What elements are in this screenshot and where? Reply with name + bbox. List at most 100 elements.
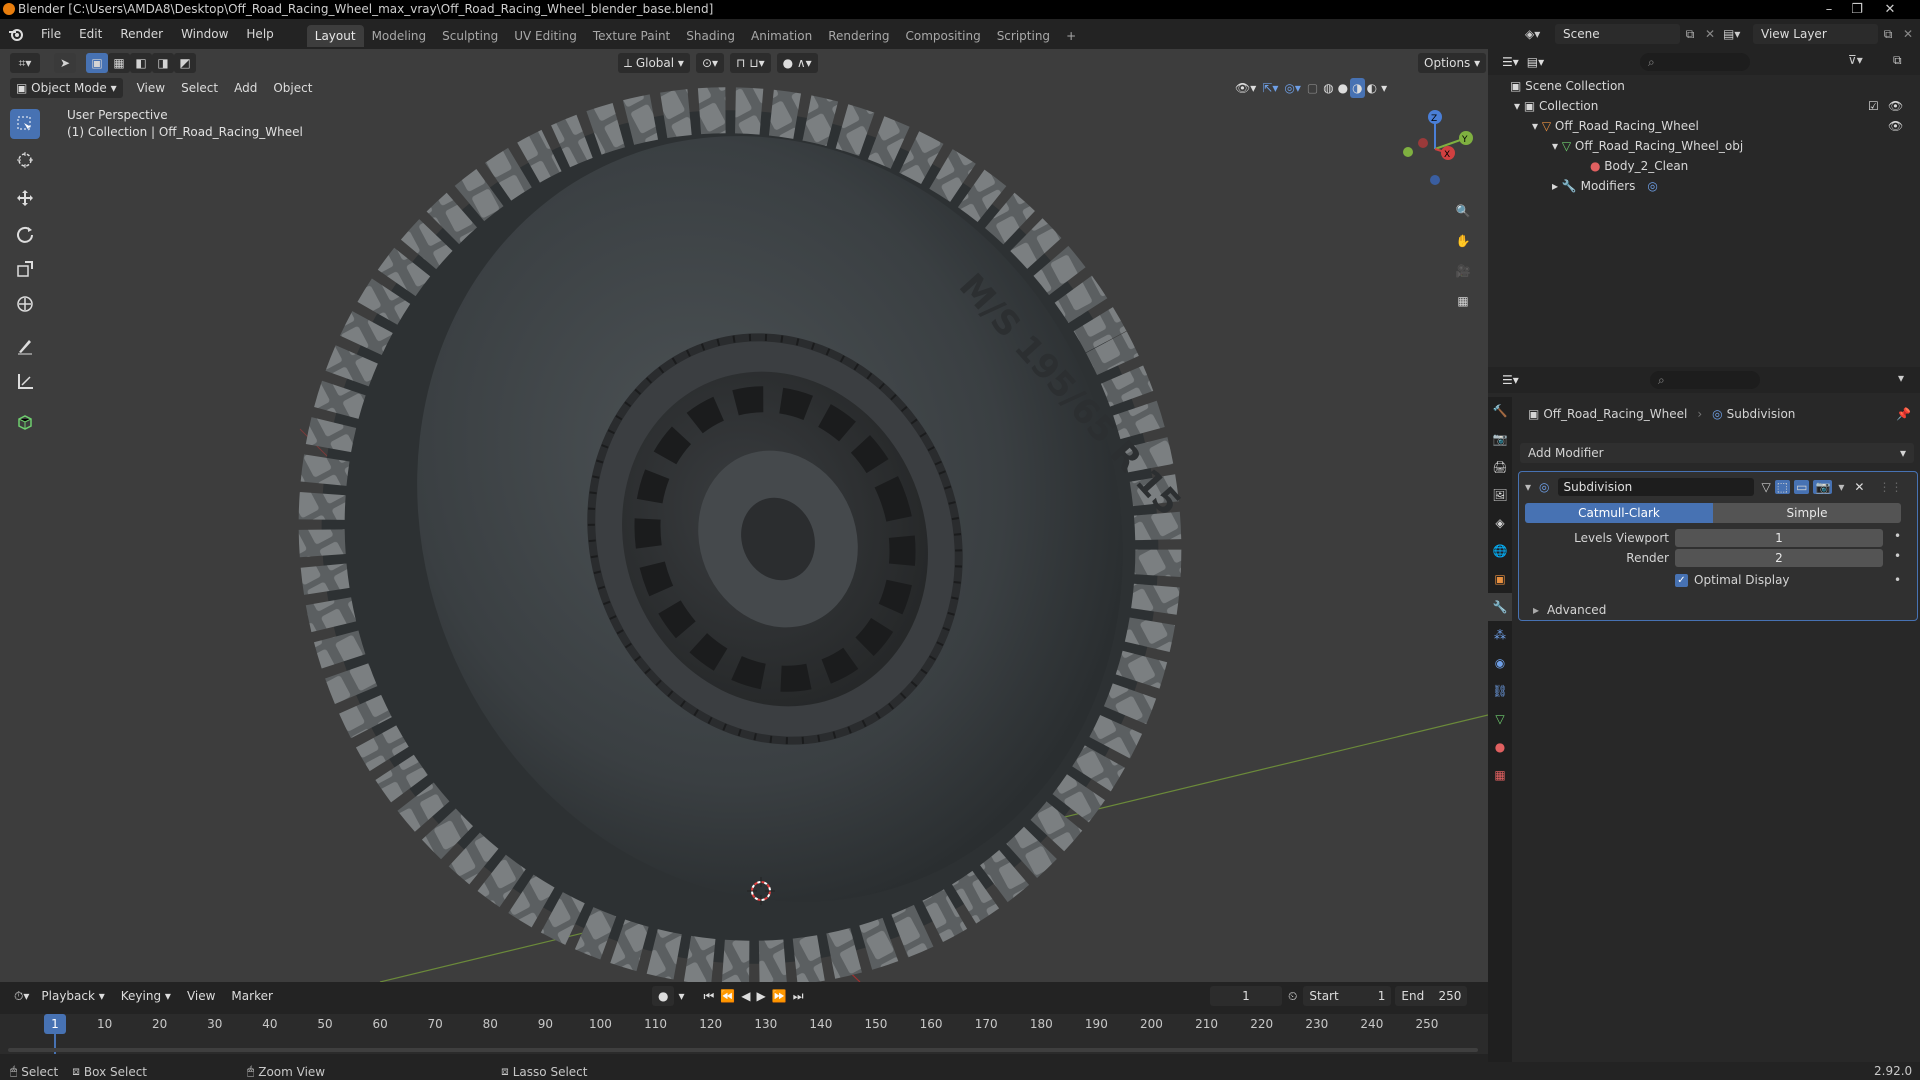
overlays-toggle-icon[interactable]: ◎▾ — [1281, 78, 1304, 98]
select-tool-icon[interactable]: ➤ — [54, 53, 76, 73]
maximize-icon[interactable]: ❐ — [1843, 0, 1871, 19]
material-tab-icon[interactable]: ● — [1488, 733, 1512, 761]
view-layer-selector-icon[interactable]: ▤▾ — [1723, 27, 1753, 41]
play-reverse-icon[interactable]: ◀ — [738, 986, 753, 1006]
snap-toggle[interactable]: ⊓ ⊔▾ — [730, 53, 771, 73]
gizmo-toggle-icon[interactable]: ⇱▾ — [1259, 78, 1281, 98]
transform-orientation-dropdown[interactable]: ⟂ Global ▾ — [618, 53, 690, 73]
properties-editor-type-icon[interactable]: ☰▾ — [1498, 370, 1523, 390]
display-mode-icon[interactable]: ▤▾ — [1523, 52, 1548, 72]
viewport-toggle-icon[interactable]: ▭ — [1794, 480, 1810, 494]
object-tab-icon[interactable]: ▣ — [1488, 565, 1512, 593]
scene-tab-icon[interactable]: ◈ — [1488, 509, 1512, 537]
timeline-editor-type-icon[interactable]: ⏱▾ — [10, 986, 33, 1006]
cage-toggle-icon[interactable]: ⬚ — [1774, 480, 1791, 494]
edit-mode-toggle-icon[interactable]: ▽ — [1762, 480, 1771, 494]
start-frame-field[interactable]: Start 1 — [1303, 986, 1392, 1006]
outliner-editor-type-icon[interactable]: ☰▾ — [1498, 52, 1523, 72]
timeline-scrollbar[interactable] — [8, 1048, 1478, 1052]
scale-tool-icon[interactable] — [10, 254, 40, 284]
world-tab-icon[interactable]: 🌐 — [1488, 537, 1512, 565]
expand-arrow-icon[interactable]: ▾ — [1532, 119, 1542, 133]
cursor-tool-icon[interactable] — [10, 145, 40, 175]
output-tab-icon[interactable]: 🖨 — [1488, 453, 1512, 481]
options-dropdown[interactable]: Options ▾ — [1418, 53, 1487, 73]
close-window-icon[interactable]: ✕ — [1876, 0, 1904, 19]
mode-intersect-icon[interactable]: ◩ — [174, 53, 196, 73]
drag-handle-icon[interactable]: ⋮⋮ — [1878, 480, 1902, 494]
menu-help[interactable]: Help — [237, 19, 282, 49]
record-keyframe-icon[interactable]: ● — [652, 986, 675, 1006]
editor-type-icon[interactable]: ⌗▾ — [10, 53, 40, 73]
catmull-clark-button[interactable]: Catmull-Clark — [1525, 503, 1713, 523]
tab-sculpting[interactable]: Sculpting — [434, 25, 506, 47]
end-frame-field[interactable]: End 250 — [1395, 986, 1468, 1006]
animate-dot-icon[interactable]: • — [1894, 549, 1901, 563]
new-collection-icon[interactable]: ⧉ — [1893, 53, 1902, 68]
optimal-display-checkbox[interactable]: ✓ — [1675, 573, 1688, 587]
pivot-point-dropdown[interactable]: ⊙▾ — [695, 53, 725, 73]
timeline-editor[interactable]: ⏱▾ Playback ▾ Keying ▾ View Marker ● ▾ ⏮… — [0, 982, 1488, 1062]
navigation-gizmo[interactable]: Z Y X — [1395, 109, 1475, 189]
proportional-editing-toggle[interactable]: ● ∧▾ — [776, 53, 818, 73]
menu-edit[interactable]: Edit — [70, 19, 111, 49]
render-toggle-icon[interactable]: 📷 — [1813, 480, 1833, 494]
move-tool-icon[interactable] — [10, 183, 40, 213]
constraints-tab-icon[interactable]: ⛓ — [1488, 677, 1512, 705]
tab-rendering[interactable]: Rendering — [820, 25, 897, 47]
animate-dot-icon[interactable]: • — [1894, 529, 1901, 543]
expand-arrow-icon[interactable]: ▾ — [1552, 139, 1562, 153]
modifier-tab-icon[interactable]: 🔧 — [1488, 593, 1512, 621]
3d-viewport[interactable]: M/S 195/65 R 15 ⌗▾ ➤ ▣ ▦ ◧ ◨ ◩ ⟂ Global … — [0, 49, 1488, 982]
shading-options-icon[interactable]: ▾ — [1379, 78, 1389, 98]
tool-tab-icon[interactable]: 🔨 — [1488, 397, 1512, 425]
outliner-collection[interactable]: ▾ ▣ Collection ☑ 👁 — [1514, 96, 1920, 116]
camera-view-icon[interactable]: 🎥 — [1448, 256, 1478, 286]
view-layer-tab-icon[interactable]: 🖼 — [1488, 481, 1512, 509]
add-modifier-dropdown[interactable]: Add Modifier ▾ — [1520, 443, 1914, 463]
shading-solid-icon[interactable]: ● — [1336, 78, 1350, 98]
annotate-tool-icon[interactable] — [10, 331, 40, 361]
tab-animation[interactable]: Animation — [743, 25, 820, 47]
remove-modifier-icon[interactable]: ✕ — [1854, 480, 1864, 494]
outliner-material[interactable]: ● Body_2_Clean — [1590, 156, 1688, 176]
menu-add[interactable]: Add — [226, 78, 265, 98]
delete-scene-icon[interactable]: ✕ — [1700, 27, 1720, 41]
collapse-arrow-icon[interactable]: ▾ — [1525, 480, 1531, 494]
tab-layout[interactable]: Layout — [306, 25, 364, 47]
levels-viewport-field[interactable]: 1 — [1675, 529, 1883, 547]
simple-button[interactable]: Simple — [1713, 503, 1901, 523]
particles-tab-icon[interactable]: ⁂ — [1488, 621, 1512, 649]
xray-toggle-icon[interactable]: ▢ — [1304, 78, 1321, 98]
menu-view[interactable]: View — [129, 78, 173, 98]
mode-difference-icon[interactable]: ◨ — [152, 53, 174, 73]
timeline-ruler[interactable]: 1 10 20 30 40 50 60 70 80 90 100 110 120 130 140 150 160… — [0, 1014, 1488, 1054]
tab-uv-editing[interactable]: UV Editing — [506, 25, 585, 47]
menu-file[interactable]: File — [32, 19, 70, 49]
menu-render[interactable]: Render — [111, 19, 172, 49]
data-tab-icon[interactable]: ▽ — [1488, 705, 1512, 733]
outliner-object[interactable]: ▾ ▽ Off_Road_Racing_Wheel 👁 — [1532, 116, 1920, 136]
mode-subtract-icon[interactable]: ◧ — [130, 53, 152, 73]
shading-material-icon[interactable]: ◑ — [1350, 78, 1365, 98]
object-visibility-eye-icon[interactable]: 👁 — [1888, 116, 1903, 136]
menu-object[interactable]: Object — [265, 78, 320, 98]
outliner-mesh[interactable]: ▾ ▽ Off_Road_Racing_Wheel_obj — [1552, 136, 1743, 156]
tab-shading[interactable]: Shading — [678, 25, 743, 47]
properties-panel[interactable]: ☰▾ ⌕ ▾ 🔨 📷 🖨 🖼 ◈ 🌐 ▣ 🔧 ⁂ ◉ ⛓ ▽ ● ▦ ▣ Off… — [1488, 367, 1920, 1062]
outliner-modifiers[interactable]: ▸ 🔧 Modifiers ◎ — [1552, 176, 1658, 196]
tab-modeling[interactable]: Modeling — [364, 25, 435, 47]
pin-icon[interactable]: 📌 — [1896, 407, 1911, 421]
outliner-search-input[interactable]: ⌕ — [1640, 53, 1750, 71]
scene-selector-icon[interactable]: ◈▾ — [1525, 27, 1555, 41]
play-icon[interactable]: ▶ — [754, 986, 769, 1006]
mode-extend-icon[interactable]: ▦ — [108, 53, 130, 73]
animate-dot-icon[interactable]: • — [1894, 573, 1901, 587]
menu-timeline-view[interactable]: View — [179, 986, 223, 1006]
record-dropdown-icon[interactable]: ▾ — [674, 986, 688, 1006]
outliner-scene-collection[interactable]: ▣ Scene Collection — [1510, 76, 1625, 96]
render-tab-icon[interactable]: 📷 — [1488, 425, 1512, 453]
visibility-eye-icon[interactable]: 👁 — [1888, 96, 1903, 116]
delete-view-layer-icon[interactable]: ✕ — [1898, 27, 1918, 41]
jump-start-icon[interactable]: ⏮ — [701, 986, 718, 1006]
